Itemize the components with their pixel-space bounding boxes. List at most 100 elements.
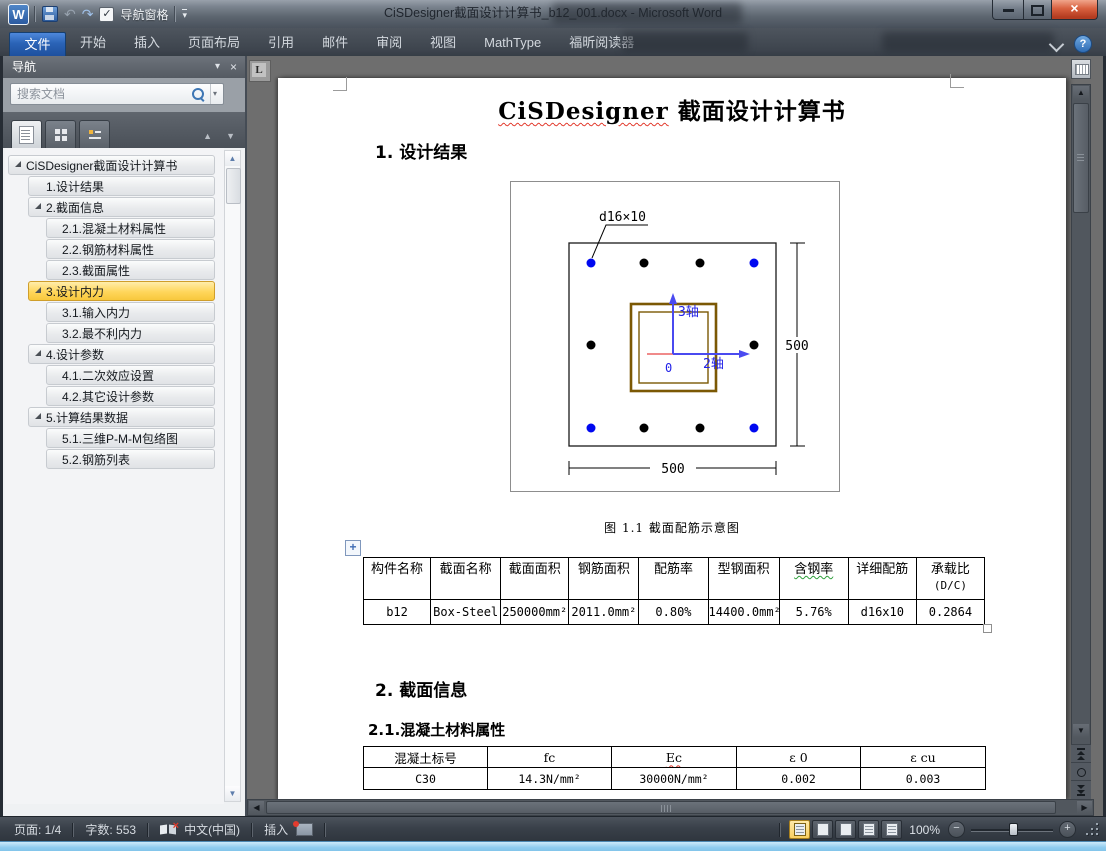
document-page[interactable]: CiSDesigner 截面设计计算书 1. 设计结果 3轴 2轴 0 d16×… bbox=[278, 74, 1066, 800]
web-layout-view-button[interactable] bbox=[835, 820, 857, 839]
ruler-toggle-button[interactable] bbox=[1071, 59, 1091, 79]
tab-browse-pages[interactable] bbox=[45, 120, 76, 148]
table-move-handle-icon[interactable]: + bbox=[345, 540, 361, 556]
tab-stop-selector[interactable]: L bbox=[249, 60, 271, 82]
search-input[interactable] bbox=[11, 87, 188, 101]
close-button[interactable]: × bbox=[1051, 0, 1098, 20]
table-cell[interactable]: 14400.0mm² bbox=[707, 599, 780, 625]
table-cell[interactable]: 30000N/mm² bbox=[611, 767, 737, 790]
table-header-cell[interactable]: 型钢面积 bbox=[707, 557, 780, 600]
tab-view[interactable]: 视图 bbox=[416, 30, 470, 56]
nav-item[interactable]: 5.2.钢筋列表 bbox=[46, 449, 215, 469]
select-browse-object-button[interactable] bbox=[1071, 762, 1091, 781]
table-cell[interactable]: 2011.0mm² bbox=[568, 599, 640, 625]
horizontal-scrollbar[interactable]: ◀ ▶ bbox=[247, 799, 1094, 816]
nav-pane-checkbox[interactable]: ✓ bbox=[99, 6, 115, 22]
nav-pane-dropdown-icon[interactable]: ▾ bbox=[215, 56, 220, 78]
zoom-slider[interactable] bbox=[971, 822, 1053, 837]
nav-item[interactable]: 5.计算结果数据 bbox=[28, 407, 215, 427]
language-indicator[interactable]: 中文(中国) bbox=[180, 821, 244, 838]
tab-mathtype[interactable]: MathType bbox=[470, 30, 555, 56]
tab-page-layout[interactable]: 页面布局 bbox=[174, 30, 254, 56]
scrollbar-thumb[interactable] bbox=[266, 801, 1056, 814]
nav-item[interactable]: CiSDesigner截面设计计算书 bbox=[8, 155, 215, 175]
table-header-cell[interactable]: Ec bbox=[611, 746, 737, 768]
section-heading-1[interactable]: 1. 设计结果 bbox=[375, 138, 467, 163]
table-cell[interactable]: 0.2864 bbox=[915, 599, 986, 625]
table-header-cell[interactable]: fc bbox=[487, 746, 612, 768]
scrollbar-thumb[interactable] bbox=[1073, 103, 1089, 213]
word-count[interactable]: 字数: 553 bbox=[81, 821, 140, 838]
collapse-triangle-icon[interactable] bbox=[35, 203, 41, 209]
table-cell[interactable]: 5.76% bbox=[778, 599, 849, 625]
nav-item[interactable]: 4.设计参数 bbox=[28, 344, 215, 364]
help-icon[interactable]: ? bbox=[1074, 35, 1092, 53]
table-header-cell[interactable]: ε cu bbox=[860, 746, 986, 768]
table-header-cell[interactable]: 钢筋面积 bbox=[568, 557, 640, 600]
nav-item[interactable]: 2.3.截面属性 bbox=[46, 260, 215, 280]
table-cell[interactable]: 0.003 bbox=[860, 767, 986, 790]
table-header-cell[interactable]: ε 0 bbox=[736, 746, 861, 768]
scroll-down-icon[interactable]: ▼ bbox=[225, 786, 240, 801]
concrete-material-table[interactable]: 混凝土标号 fc Ec ε 0 ε cu C30 14.3N/mm² 30000… bbox=[363, 746, 986, 790]
scroll-up-icon[interactable]: ▲ bbox=[225, 151, 240, 166]
table-header-cell[interactable]: 配筋率 bbox=[638, 557, 709, 600]
page-indicator[interactable]: 页面: 1/4 bbox=[10, 821, 65, 838]
print-layout-view-button[interactable] bbox=[789, 820, 811, 839]
collapse-triangle-icon[interactable] bbox=[35, 413, 41, 419]
macro-record-icon[interactable] bbox=[293, 821, 314, 836]
table-cell[interactable]: 0.80% bbox=[638, 599, 709, 625]
figure-caption[interactable]: 图 1.1 截面配筋示意图 bbox=[278, 519, 1066, 536]
scroll-right-icon[interactable]: ▶ bbox=[1077, 801, 1092, 814]
search-icon[interactable] bbox=[191, 88, 204, 100]
tab-insert[interactable]: 插入 bbox=[120, 30, 174, 56]
browse-next-button[interactable] bbox=[1071, 780, 1091, 799]
tab-file[interactable]: 文件 bbox=[9, 32, 66, 56]
outline-view-button[interactable] bbox=[858, 820, 880, 839]
nav-item[interactable]: 5.1.三维P-M-M包络图 bbox=[46, 428, 215, 448]
table-header-cell[interactable]: 含钢率 bbox=[778, 557, 849, 600]
section-figure[interactable]: 3轴 2轴 0 d16×10 500 500 bbox=[510, 181, 840, 492]
table-header-cell[interactable]: 承载比 (D/C) bbox=[915, 557, 986, 600]
spellcheck-icon[interactable]: × bbox=[160, 820, 179, 835]
collapse-triangle-icon[interactable] bbox=[35, 350, 41, 356]
nav-item[interactable]: 4.1.二次效应设置 bbox=[46, 365, 215, 385]
scroll-down-icon[interactable]: ▼ bbox=[1073, 724, 1089, 738]
zoom-slider-thumb[interactable] bbox=[1009, 823, 1018, 836]
insert-mode-indicator[interactable]: 插入 bbox=[260, 821, 292, 838]
table-cell[interactable]: Box-Steel bbox=[430, 599, 502, 625]
table-header-cell[interactable]: 截面面积 bbox=[500, 557, 570, 600]
tab-browse-results[interactable] bbox=[79, 120, 110, 148]
scroll-left-icon[interactable]: ◀ bbox=[249, 801, 264, 814]
tab-references[interactable]: 引用 bbox=[254, 30, 308, 56]
nav-item[interactable]: 2.2.钢筋材料属性 bbox=[46, 239, 215, 259]
table-header-cell[interactable]: 构件名称 bbox=[362, 557, 432, 600]
scrollbar-thumb[interactable] bbox=[226, 168, 241, 204]
zoom-level[interactable]: 100% bbox=[909, 823, 940, 837]
minimize-button[interactable] bbox=[992, 0, 1024, 20]
table-cell[interactable]: C30 bbox=[363, 767, 488, 790]
tab-mailings[interactable]: 邮件 bbox=[308, 30, 362, 56]
previous-heading-icon[interactable]: ▲ bbox=[203, 131, 212, 141]
word-logo-icon[interactable]: W bbox=[8, 4, 29, 25]
nav-pane-close-icon[interactable]: × bbox=[230, 56, 237, 78]
table-cell[interactable]: 250000mm² bbox=[500, 599, 570, 625]
table-header-cell[interactable]: 详细配筋 bbox=[847, 557, 917, 600]
tab-review[interactable]: 审阅 bbox=[362, 30, 416, 56]
undo-icon[interactable]: ↶ bbox=[64, 7, 76, 21]
section-heading-2-1[interactable]: 2.1.混凝土材料属性 bbox=[368, 719, 505, 740]
save-icon[interactable] bbox=[42, 6, 58, 22]
tab-browse-headings[interactable] bbox=[11, 120, 42, 148]
redo-icon[interactable]: ↷ bbox=[82, 7, 94, 21]
browse-previous-button[interactable] bbox=[1071, 744, 1091, 763]
table-cell[interactable]: d16x10 bbox=[847, 599, 917, 625]
zoom-in-icon[interactable]: + bbox=[1059, 821, 1076, 838]
nav-item-active[interactable]: 3.设计内力 bbox=[28, 281, 215, 301]
nav-item[interactable]: 1.设计结果 bbox=[28, 176, 215, 196]
window-resize-grip[interactable] bbox=[1086, 823, 1099, 836]
collapse-triangle-icon[interactable] bbox=[15, 161, 21, 167]
maximize-button[interactable] bbox=[1024, 0, 1051, 20]
draft-view-button[interactable] bbox=[881, 820, 903, 839]
table-cell[interactable]: 14.3N/mm² bbox=[487, 767, 612, 790]
next-heading-icon[interactable]: ▼ bbox=[226, 131, 235, 141]
